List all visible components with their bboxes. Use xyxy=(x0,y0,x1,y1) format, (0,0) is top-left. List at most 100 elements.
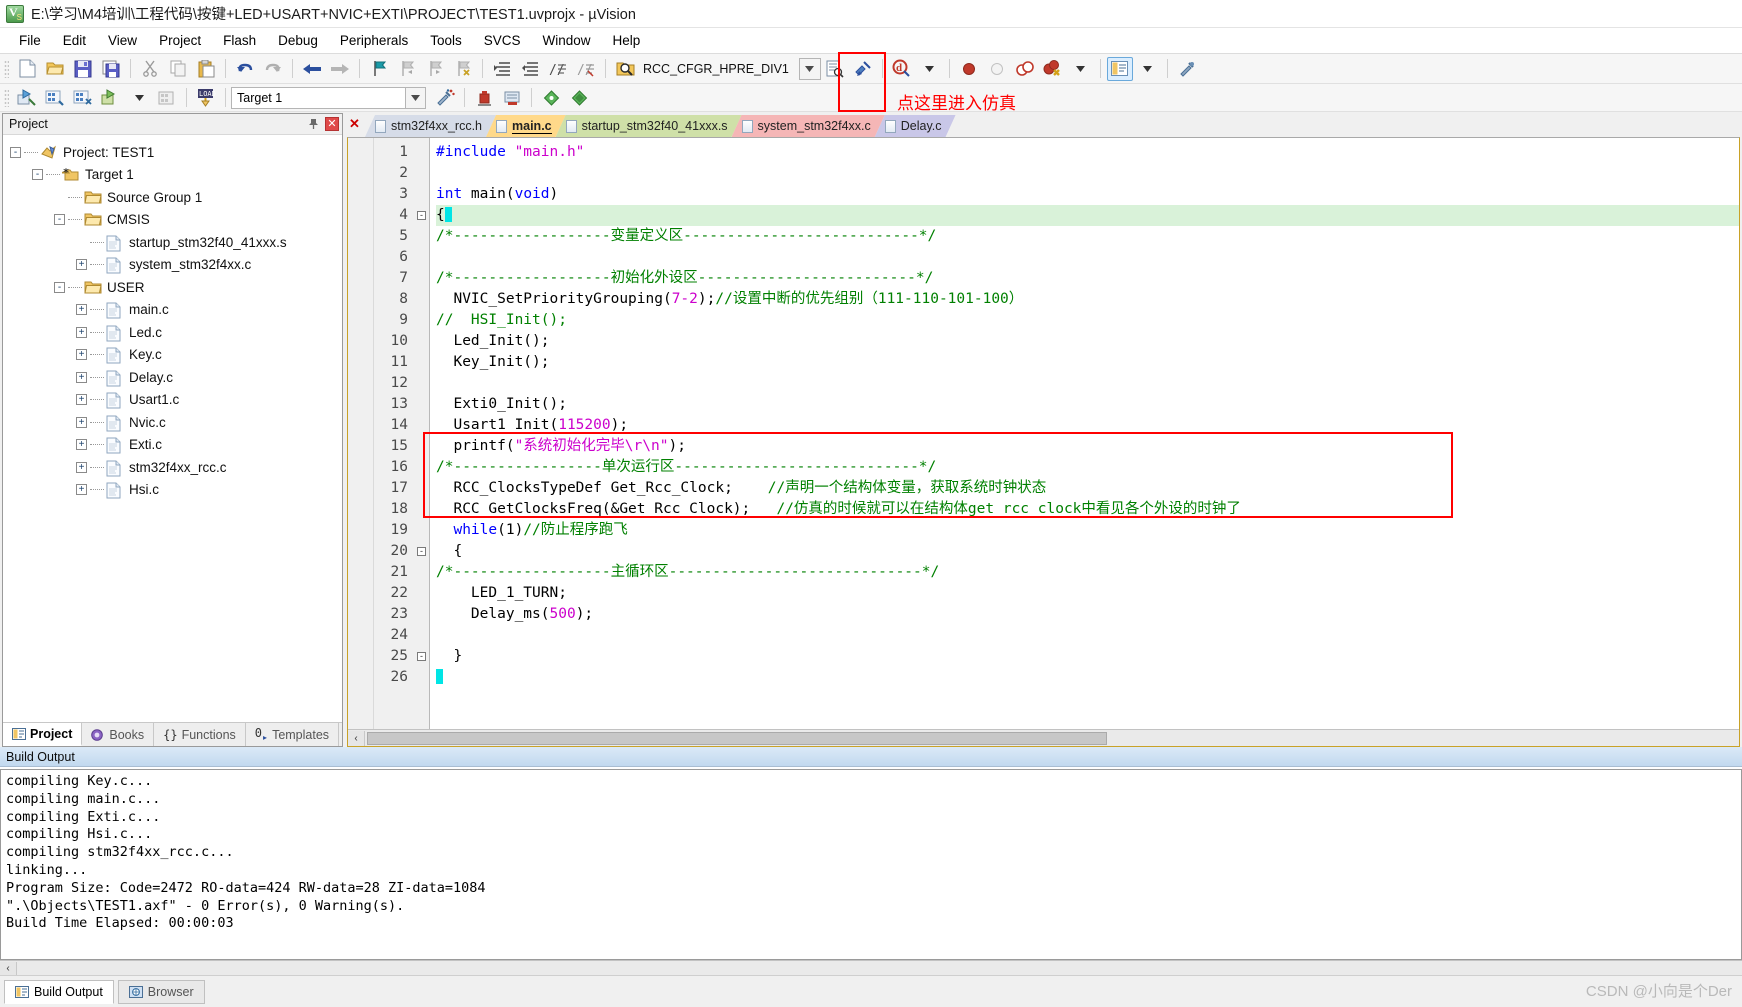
tree-item-stm32f4xx-rcc-c[interactable]: + stm32f4xx_rcc.c xyxy=(10,456,342,479)
collapse-toggle-icon[interactable]: - xyxy=(54,214,65,226)
comment-icon[interactable]: // xyxy=(545,57,571,81)
menu-edit[interactable]: Edit xyxy=(52,30,97,51)
code-line[interactable]: RCC_GetClocksFreq(&Get_Rcc_Clock); //仿真的… xyxy=(436,499,1739,520)
disable-all-breakpoints-icon[interactable] xyxy=(1012,57,1038,81)
rebuild-icon[interactable] xyxy=(70,86,96,110)
bookmark-clear-icon[interactable] xyxy=(450,57,476,81)
open-file-icon[interactable] xyxy=(42,57,68,81)
batch-build-arrow[interactable] xyxy=(126,86,152,110)
expand-toggle-icon[interactable]: + xyxy=(76,394,87,406)
tab-browser[interactable]: Browser xyxy=(117,979,205,1004)
menu-peripherals[interactable]: Peripherals xyxy=(329,30,419,51)
code-line[interactable] xyxy=(436,667,1739,688)
menu-flash[interactable]: Flash xyxy=(212,30,267,51)
download-icon[interactable]: LOAD xyxy=(193,86,219,110)
target-selector-arrow[interactable] xyxy=(406,86,426,109)
tree-item-hsi-c[interactable]: + Hsi.c xyxy=(10,479,342,502)
code-line[interactable]: LED_1_TURN; xyxy=(436,583,1739,604)
target-options-icon[interactable] xyxy=(471,86,497,110)
code-line[interactable]: } xyxy=(436,646,1739,667)
symbol-combo-value[interactable]: RCC_CFGR_HPRE_DIV1 xyxy=(639,62,797,76)
tree-item-key-c[interactable]: + Key.c xyxy=(10,344,342,367)
tree-item-cmsis[interactable]: - CMSIS xyxy=(10,209,342,232)
code-line[interactable]: #include "main.h" xyxy=(436,142,1739,163)
tree-item-startup-stm32f40-41xxx-s[interactable]: startup_stm32f40_41xxx.s xyxy=(10,231,342,254)
cut-icon[interactable] xyxy=(137,57,163,81)
fold-toggle-icon[interactable]: - xyxy=(414,541,429,562)
tab-project[interactable]: Project xyxy=(3,723,83,746)
kill-all-breakpoints-icon[interactable] xyxy=(1040,57,1066,81)
code-line[interactable]: /*-----------------单次运行区----------------… xyxy=(436,457,1739,478)
fold-toggle-icon[interactable]: - xyxy=(414,646,429,667)
code-line[interactable] xyxy=(436,163,1739,184)
collapse-toggle-icon[interactable]: - xyxy=(54,281,65,293)
manage-run-time-env-icon[interactable] xyxy=(432,86,458,110)
browse-symbol-icon[interactable] xyxy=(822,57,848,81)
code-text[interactable]: #include "main.h" int main(void){/*-----… xyxy=(430,138,1739,729)
code-line[interactable]: // HSI_Init(); xyxy=(436,310,1739,331)
undo-icon[interactable] xyxy=(232,57,258,81)
target-selector[interactable]: Target 1 xyxy=(231,86,406,109)
find-in-files-icon[interactable] xyxy=(612,57,638,81)
bookmark-next-icon[interactable] xyxy=(422,57,448,81)
editor-horizontal-scrollbar[interactable]: ‹ xyxy=(348,729,1739,746)
window-dropdown-arrow[interactable] xyxy=(1135,57,1161,81)
scrollbar-thumb[interactable] xyxy=(367,731,1107,745)
menu-debug[interactable]: Debug xyxy=(267,30,329,51)
expand-toggle-icon[interactable]: + xyxy=(76,461,87,473)
save-all-icon[interactable] xyxy=(98,57,124,81)
uncomment-icon[interactable]: // xyxy=(573,57,599,81)
insert-breakpoint-icon[interactable] xyxy=(956,57,982,81)
code-line[interactable]: { xyxy=(436,541,1739,562)
expand-toggle-icon[interactable]: + xyxy=(76,484,87,496)
code-line[interactable]: Key_Init(); xyxy=(436,352,1739,373)
toolbar-grip-2[interactable] xyxy=(4,88,9,107)
pin-icon[interactable] xyxy=(308,118,321,131)
code-area[interactable]: 1 2 3 4 5 6 7 8 9 10 11 12 13 14 15 16 17 18 19 20 21 22 23 24 2… xyxy=(348,138,1739,729)
tree-item-delay-c[interactable]: + Delay.c xyxy=(10,366,342,389)
tree-item-target-1[interactable]: - Target 1 xyxy=(10,164,342,187)
tab-books[interactable]: Books xyxy=(82,723,155,746)
tree-item-source-group-1[interactable]: Source Group 1 xyxy=(10,186,342,209)
menu-project[interactable]: Project xyxy=(148,30,212,51)
tab-functions[interactable]: {} Functions xyxy=(154,723,246,746)
bookmark-prev-icon[interactable] xyxy=(394,57,420,81)
code-line[interactable]: printf("系统初始化完毕\r\n"); xyxy=(436,436,1739,457)
editor-tab-delay-c[interactable]: Delay.c xyxy=(875,115,956,137)
disable-breakpoint-icon[interactable] xyxy=(984,57,1010,81)
code-line[interactable]: int main(void) xyxy=(436,184,1739,205)
collapse-toggle-icon[interactable]: - xyxy=(32,169,43,181)
expand-toggle-icon[interactable]: + xyxy=(76,371,87,383)
build-icon[interactable] xyxy=(42,86,68,110)
code-line[interactable]: while(1)//防止程序跑飞 xyxy=(436,520,1739,541)
redo-icon[interactable] xyxy=(260,57,286,81)
new-file-icon[interactable] xyxy=(14,57,40,81)
find-icon[interactable] xyxy=(850,57,876,81)
indent-icon[interactable] xyxy=(489,57,515,81)
close-document-icon[interactable]: ✕ xyxy=(349,116,360,132)
editor-tab-stm32f4xx-rcc-h[interactable]: stm32f4xx_rcc.h xyxy=(365,115,496,137)
collapse-toggle-icon[interactable]: - xyxy=(10,146,21,158)
code-line[interactable]: /*------------------变量定义区---------------… xyxy=(436,226,1739,247)
tree-item-led-c[interactable]: + Led.c xyxy=(10,321,342,344)
outdent-icon[interactable] xyxy=(517,57,543,81)
menu-svcs[interactable]: SVCS xyxy=(473,30,532,51)
book-icon[interactable] xyxy=(566,86,592,110)
navigate-back-icon[interactable] xyxy=(299,57,325,81)
code-line[interactable]: /*------------------初始化外设区--------------… xyxy=(436,268,1739,289)
code-line[interactable]: /*------------------主循环区----------------… xyxy=(436,562,1739,583)
configuration-wizard-icon[interactable] xyxy=(1174,57,1200,81)
stop-build-icon[interactable] xyxy=(154,86,180,110)
menu-view[interactable]: View xyxy=(97,30,148,51)
editor-tab-startup-stm32f40-41xxx-s[interactable]: startup_stm32f40_41xxx.s xyxy=(556,115,742,137)
navigate-forward-icon[interactable] xyxy=(327,57,353,81)
tree-item-nvic-c[interactable]: + Nvic.c xyxy=(10,411,342,434)
symbol-combo-arrow[interactable] xyxy=(798,57,821,80)
tree-item-system-stm32f4xx-c[interactable]: + system_stm32f4xx.c xyxy=(10,254,342,277)
code-line[interactable]: Delay_ms(500); xyxy=(436,604,1739,625)
expand-toggle-icon[interactable]: + xyxy=(76,416,87,428)
tree-item-main-c[interactable]: + main.c xyxy=(10,299,342,322)
tree-item-usart1-c[interactable]: + Usart1.c xyxy=(10,389,342,412)
tree-item-exti-c[interactable]: + Exti.c xyxy=(10,434,342,457)
expand-toggle-icon[interactable]: + xyxy=(76,349,87,361)
